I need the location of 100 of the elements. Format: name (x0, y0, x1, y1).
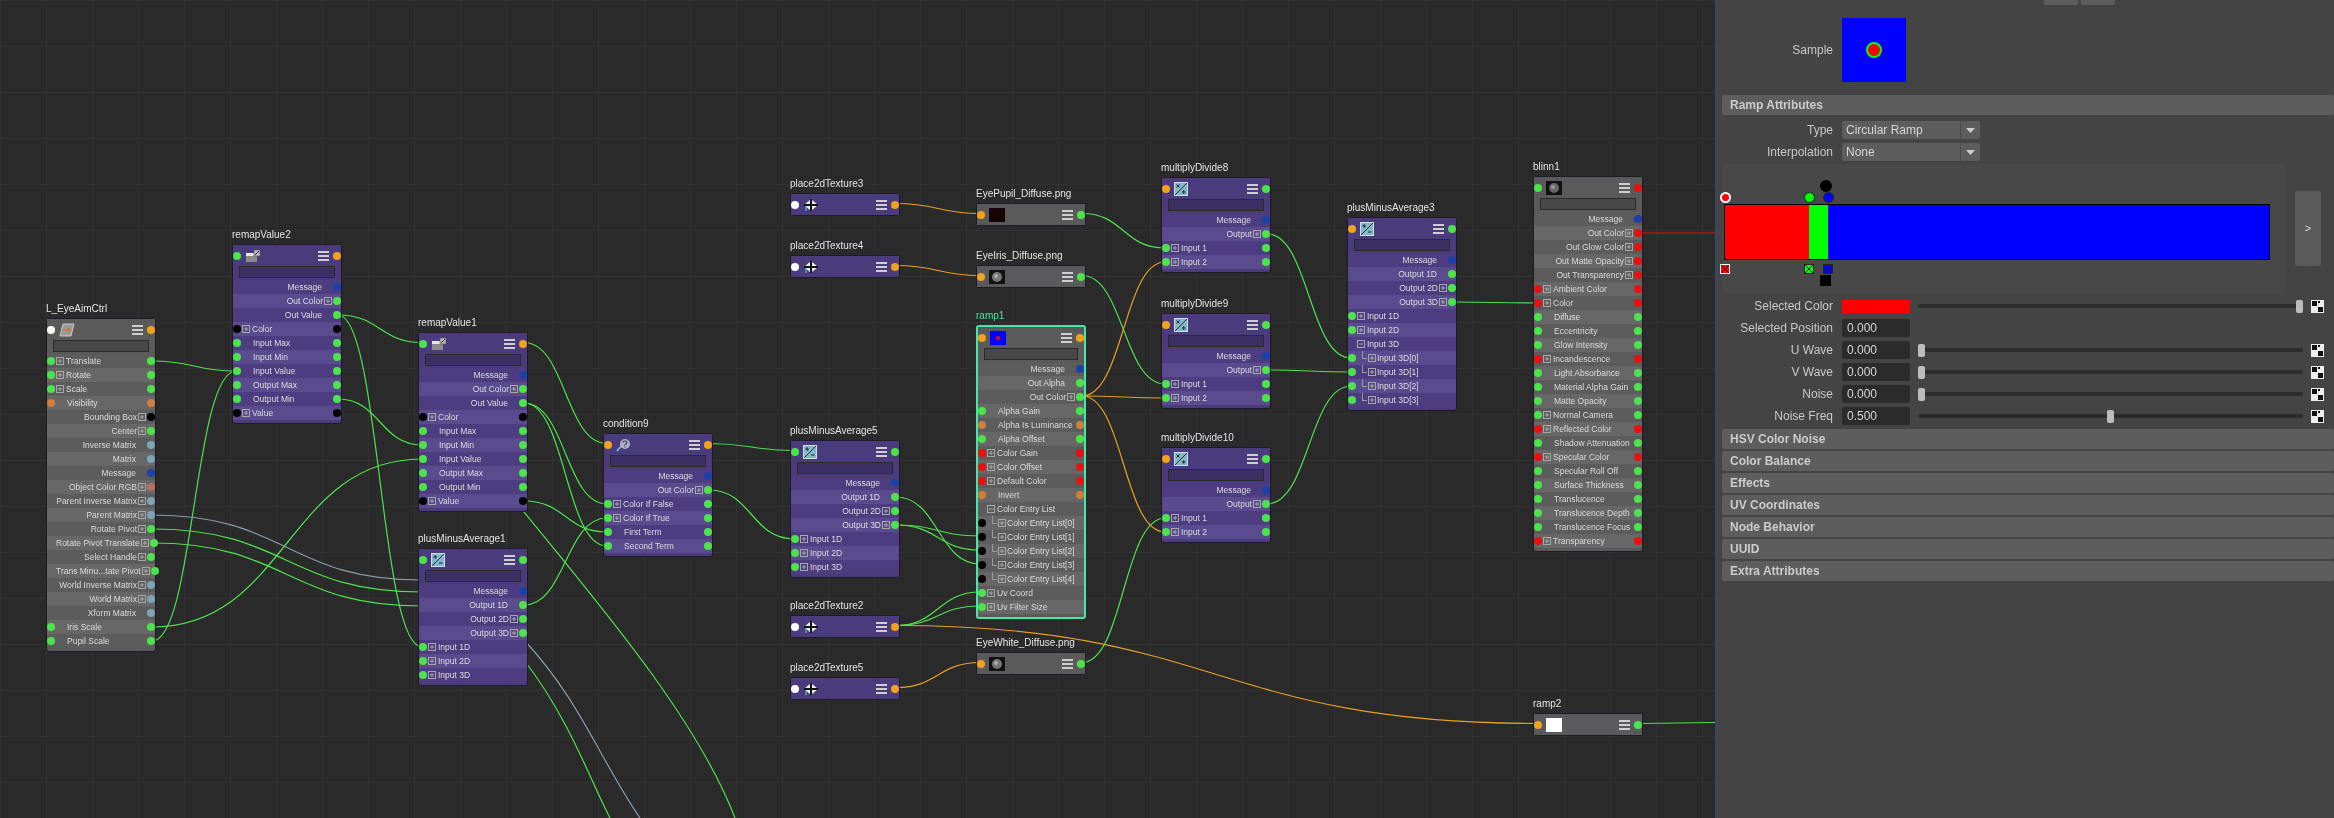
node-title: ramp1 (976, 309, 1006, 323)
attribute-label: Object Color RGB (68, 480, 137, 494)
attribute-label: Output 1D (469, 598, 508, 612)
attribute-label: Parent Inverse Matrix (56, 494, 137, 508)
section-header[interactable]: Effects (1722, 473, 2334, 493)
attribute-label: Out Matte Opacity (1555, 254, 1624, 268)
attribute-label: Value (438, 494, 460, 508)
node-card[interactable]: Message Output 1D Output 2D Output 3D Input 1D Input 2D Input 3D Input 3D[0] Input 3D[1] Input 3D[2] Input 3D[3] (1347, 217, 1457, 411)
node-title: EyeWhite_Diffuse.png (976, 636, 1076, 650)
field-label: Noise (1801, 386, 1834, 403)
node-title: plusMinusAverage1 (418, 532, 507, 546)
node-title: condition9 (603, 417, 650, 431)
attribute-label: Output 2D (842, 504, 881, 518)
attribute-label: Input Value (253, 364, 296, 378)
number-field[interactable]: 0.000 (1842, 363, 1910, 381)
attribute-label: Uv Filter Size (997, 600, 1048, 614)
field-label: Selected Color (1753, 298, 1834, 315)
attribute-label: Out Color (286, 294, 323, 308)
attribute-label: World Inverse Matrix (59, 578, 137, 592)
attribute-label: Out Color (657, 483, 694, 497)
attribute-label: Out Transparency (1556, 268, 1624, 282)
attribute-label: Color Entry List[3] (1007, 558, 1075, 572)
field-label: Noise Freq (1773, 408, 1834, 425)
section-header[interactable]: HSV Color Noise (1722, 429, 2334, 449)
attribute-label: Inverse Matrix (82, 438, 136, 452)
attribute-label: Output Max (253, 378, 297, 392)
attribute-label: Ambient Color (1553, 282, 1607, 296)
attribute-label: Specular Color (1553, 450, 1610, 464)
node-card[interactable]: Message Out Color Out Value Color Input Max Input Min Input Value Output Max Output Min Value (418, 332, 528, 512)
node-card[interactable]: Message Output Input 1 Input 2 (1161, 313, 1271, 409)
attribute-label: Input 2 (1181, 255, 1207, 269)
attribute-label: Input 1 (1181, 377, 1207, 391)
dropdown[interactable]: Circular Ramp (1842, 121, 1980, 139)
attribute-label: First Term (624, 525, 662, 539)
ramp-expand-button[interactable]: > (2295, 191, 2321, 266)
attribute-label: Message (658, 469, 693, 483)
attribute-label: Select Handle (84, 550, 137, 564)
attribute-label: Alpha Gain (998, 404, 1041, 418)
number-field[interactable]: 0.000 (1842, 319, 1910, 337)
attribute-label: Output 3D (1399, 295, 1438, 309)
attribute-label: Input 2D (438, 654, 471, 668)
attribute-label: Input 2D (1367, 323, 1400, 337)
attribute-label: Input 3D (1367, 337, 1400, 351)
attribute-label: Input 3D[2] (1377, 379, 1419, 393)
node-title: place2dTexture3 (790, 177, 865, 191)
node-card[interactable]: Message Output Input 1 Input 2 (1161, 177, 1271, 273)
attribute-label: Matte Opacity (1554, 394, 1607, 408)
attribute-label: Output (1226, 497, 1252, 511)
attribute-label: Input 1D (810, 532, 843, 546)
attribute-label: World Matrix (89, 592, 137, 606)
section-header[interactable]: Extra Attributes (1722, 561, 2334, 581)
attribute-label: Material Alpha Gain (1554, 380, 1629, 394)
attribute-label: Color Entry List[4] (1007, 572, 1075, 586)
attribute-label: Alpha Is Luminance (998, 418, 1073, 432)
attribute-label: Input 2 (1181, 525, 1207, 539)
attribute-label: Out Value (284, 308, 322, 322)
attribute-label: Shadow Attenuation (1554, 436, 1630, 450)
attribute-label: Message (1216, 213, 1251, 227)
section-header[interactable]: Node Behavior (1722, 517, 2334, 537)
attribute-label: Color (252, 322, 273, 336)
dropdown[interactable]: None (1842, 143, 1980, 161)
section-header[interactable]: Color Balance (1722, 451, 2334, 471)
attribute-label: Input 2 (1181, 391, 1207, 405)
attribute-label: Matrix (112, 452, 136, 466)
attribute-label: Input Min (439, 438, 474, 452)
attribute-label: Normal Camera (1553, 408, 1613, 422)
attribute-label: Message (1588, 212, 1623, 226)
attribute-label: Out Color (1587, 226, 1624, 240)
attribute-label: Out Color (1029, 390, 1066, 404)
node-card[interactable]: Message Out Color Color If False Color If True First Term Second Term (603, 433, 713, 557)
number-field[interactable]: 0.000 (1842, 341, 1910, 359)
section-header[interactable]: Ramp Attributes (1722, 95, 2334, 115)
attribute-label: Input Value (439, 452, 482, 466)
attribute-label: Message (287, 280, 322, 294)
node-card[interactable]: Message Out Color Out Value Color Input Max Input Min Input Value Output Max Output Min Value (232, 244, 342, 424)
number-field[interactable]: 0.500 (1842, 407, 1910, 425)
attribute-label: Value (252, 406, 274, 420)
attribute-label: Out Value (470, 396, 508, 410)
attribute-label: Color Gain (997, 446, 1038, 460)
attribute-label: Eccentricity (1554, 324, 1598, 338)
node-card[interactable]: Message Output 1D Output 2D Output 3D Input 1D Input 2D Input 3D (418, 548, 528, 686)
node-card[interactable]: Message Output Input 1 Input 2 (1161, 447, 1271, 543)
attribute-label: Translate (66, 354, 102, 368)
node-card[interactable]: Message Output 1D Output 2D Output 3D Input 1D Input 2D Input 3D (790, 440, 900, 578)
number-field[interactable]: 0.000 (1842, 385, 1910, 403)
attribute-label: Translucence (1554, 492, 1605, 506)
attribute-label: Output (1226, 227, 1252, 241)
attribute-label: Color Entry List[2] (1007, 544, 1075, 558)
node-title: plusMinusAverage5 (790, 424, 879, 438)
section-header[interactable]: UUID (1722, 539, 2334, 559)
section-header[interactable]: UV Coordinates (1722, 495, 2334, 515)
field-label: Interpolation (1765, 144, 1834, 161)
attribute-label: Message (1216, 483, 1251, 497)
attribute-label: Iris Scale (67, 620, 102, 634)
attribute-label: Input Min (253, 350, 288, 364)
node-title: ramp2 (1533, 697, 1563, 711)
node-title: multiplyDivide9 (1161, 297, 1230, 311)
attribute-label: Alpha Offset (998, 432, 1045, 446)
attribute-label: Out Alpha (1027, 376, 1065, 390)
dropdown-value: Circular Ramp (1845, 122, 1924, 139)
